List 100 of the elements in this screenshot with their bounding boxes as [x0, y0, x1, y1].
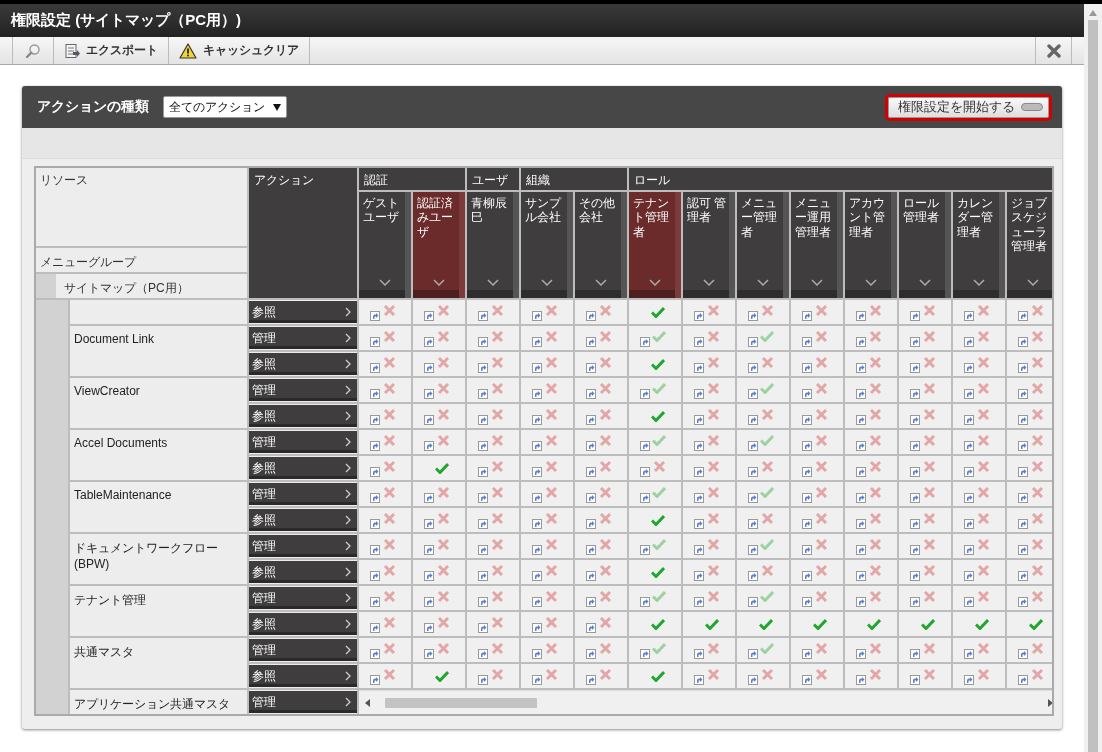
permission-cell[interactable]	[629, 508, 681, 532]
export-button[interactable]: エクスポート	[54, 37, 169, 64]
permission-cell[interactable]	[413, 430, 465, 454]
action-button[interactable]: 管理	[249, 639, 357, 661]
permission-cell[interactable]	[683, 586, 735, 610]
permission-cell[interactable]	[899, 404, 951, 428]
permission-cell[interactable]	[521, 378, 573, 402]
permission-cell[interactable]	[683, 534, 735, 558]
permission-cell[interactable]	[737, 300, 789, 324]
permission-cell[interactable]	[953, 560, 1005, 584]
permission-cell[interactable]	[1007, 352, 1052, 376]
action-button[interactable]: 参照	[249, 457, 357, 479]
action-type-select[interactable]: 全てのアクション	[163, 96, 287, 118]
permission-cell[interactable]	[521, 456, 573, 480]
permission-cell[interactable]	[683, 300, 735, 324]
permission-cell[interactable]	[575, 482, 627, 506]
permission-cell[interactable]	[575, 638, 627, 662]
permission-cell[interactable]	[359, 456, 411, 480]
permission-cell[interactable]	[683, 352, 735, 376]
action-button[interactable]: 管理	[249, 535, 357, 557]
permission-cell[interactable]	[899, 352, 951, 376]
permission-cell[interactable]	[467, 326, 519, 350]
permission-cell[interactable]	[521, 560, 573, 584]
permission-cell[interactable]	[683, 560, 735, 584]
permission-cell[interactable]	[629, 586, 681, 610]
permission-cell[interactable]	[845, 430, 897, 454]
permission-cell[interactable]	[629, 378, 681, 402]
action-button[interactable]: 参照	[249, 613, 357, 635]
cache-clear-button[interactable]: キャッシュクリア	[169, 37, 310, 64]
permission-cell[interactable]	[575, 300, 627, 324]
action-button[interactable]: 管理	[249, 483, 357, 505]
permission-cell[interactable]	[1007, 404, 1052, 428]
column-header[interactable]: メニュー管理者	[737, 192, 789, 298]
permission-cell[interactable]	[737, 378, 789, 402]
permission-cell[interactable]	[683, 456, 735, 480]
permission-cell[interactable]	[359, 404, 411, 428]
permission-cell[interactable]	[683, 612, 735, 636]
permission-cell[interactable]	[845, 638, 897, 662]
permission-cell[interactable]	[467, 404, 519, 428]
permission-cell[interactable]	[1007, 326, 1052, 350]
vertical-scrollbar[interactable]	[1084, 4, 1102, 752]
permission-cell[interactable]	[413, 482, 465, 506]
permission-cell[interactable]	[845, 326, 897, 350]
permission-cell[interactable]	[953, 638, 1005, 662]
permission-cell[interactable]	[575, 352, 627, 376]
permission-cell[interactable]	[845, 378, 897, 402]
permission-cell[interactable]	[359, 352, 411, 376]
permission-cell[interactable]	[575, 664, 627, 688]
permission-cell[interactable]	[467, 430, 519, 454]
permission-cell[interactable]	[629, 560, 681, 584]
permission-cell[interactable]	[953, 482, 1005, 506]
column-header[interactable]: 認証済みユーザ	[413, 192, 465, 298]
permission-cell[interactable]	[629, 404, 681, 428]
permission-cell[interactable]	[413, 638, 465, 662]
permission-cell[interactable]	[629, 482, 681, 506]
permission-cell[interactable]	[575, 326, 627, 350]
column-header[interactable]: 認可 管理者	[683, 192, 735, 298]
permission-cell[interactable]	[1007, 430, 1052, 454]
permission-cell[interactable]	[575, 404, 627, 428]
permission-cell[interactable]	[413, 300, 465, 324]
permission-cell[interactable]	[899, 560, 951, 584]
permission-cell[interactable]	[791, 664, 843, 688]
permission-cell[interactable]	[737, 534, 789, 558]
permission-cell[interactable]	[467, 508, 519, 532]
action-button[interactable]: 管理	[249, 431, 357, 453]
permission-cell[interactable]	[791, 508, 843, 532]
column-header[interactable]: 青柳辰巳	[467, 192, 519, 298]
permission-cell[interactable]	[683, 430, 735, 454]
permission-cell[interactable]	[737, 430, 789, 454]
permission-cell[interactable]	[845, 560, 897, 584]
permission-cell[interactable]	[521, 482, 573, 506]
permission-cell[interactable]	[791, 560, 843, 584]
permission-cell[interactable]	[413, 326, 465, 350]
permission-cell[interactable]	[413, 612, 465, 636]
permission-cell[interactable]	[467, 534, 519, 558]
permission-cell[interactable]	[791, 430, 843, 454]
permission-cell[interactable]	[845, 300, 897, 324]
permission-cell[interactable]	[791, 378, 843, 402]
permission-cell[interactable]	[953, 534, 1005, 558]
permission-cell[interactable]	[359, 326, 411, 350]
permission-cell[interactable]	[521, 534, 573, 558]
permission-cell[interactable]	[953, 586, 1005, 610]
permission-cell[interactable]	[791, 326, 843, 350]
permission-cell[interactable]	[467, 378, 519, 402]
permission-cell[interactable]	[521, 326, 573, 350]
permission-cell[interactable]	[953, 300, 1005, 324]
permission-cell[interactable]	[359, 664, 411, 688]
permission-cell[interactable]	[629, 456, 681, 480]
column-header[interactable]: ゲストユーザ	[359, 192, 411, 298]
column-header[interactable]: その他会社	[575, 192, 627, 298]
permission-cell[interactable]	[521, 352, 573, 376]
permission-cell[interactable]	[413, 508, 465, 532]
permission-cell[interactable]	[953, 612, 1005, 636]
action-button[interactable]: 参照	[249, 301, 357, 323]
permission-cell[interactable]	[413, 352, 465, 376]
permission-cell[interactable]	[845, 456, 897, 480]
permission-cell[interactable]	[683, 638, 735, 662]
permission-cell[interactable]	[521, 638, 573, 662]
permission-cell[interactable]	[791, 586, 843, 610]
permission-cell[interactable]	[899, 534, 951, 558]
